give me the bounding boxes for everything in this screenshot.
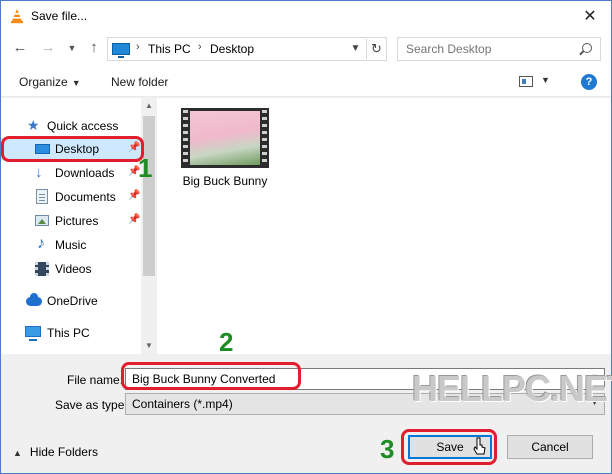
refresh-icon: ↻ xyxy=(371,41,382,56)
sidebar-item-label: Pictures xyxy=(55,214,99,228)
film-strip-icon xyxy=(262,110,267,166)
arrow-up-icon: ↑ xyxy=(90,39,98,56)
arrow-left-icon: ← xyxy=(12,39,28,56)
address-history-button[interactable]: ▼ xyxy=(346,40,364,58)
sidebar-item-quick-access[interactable]: ★ Quick access xyxy=(1,115,141,137)
chevron-down-icon[interactable]: ▼ xyxy=(541,75,550,85)
filename-label: File name: xyxy=(67,373,124,387)
navigation-bar: ← → ▼ ↑ › This PC › Desktop ▼ ↻ xyxy=(1,31,611,67)
sidebar-item-onedrive[interactable]: OneDrive xyxy=(1,290,141,312)
sidebar-item-videos[interactable]: Videos xyxy=(1,258,141,280)
organize-label: Organize xyxy=(19,75,68,89)
download-icon: ↓ xyxy=(35,164,43,181)
breadcrumb-separator-icon: › xyxy=(198,41,202,53)
search-box[interactable] xyxy=(397,37,601,61)
watermark-text: HELLPC.NET xyxy=(412,368,612,409)
window-title: Save file... xyxy=(31,9,88,23)
mouse-pointer-icon xyxy=(473,437,486,455)
annotation-step-3: 3 xyxy=(380,434,395,464)
help-icon[interactable]: ? xyxy=(581,74,597,90)
close-icon: ✕ xyxy=(583,8,597,25)
video-thumbnail xyxy=(181,108,269,168)
sidebar-item-label: Music xyxy=(55,238,87,252)
picture-icon xyxy=(35,215,49,226)
savetype-value: Containers (*.mp4) xyxy=(132,397,233,411)
hide-folders-button[interactable]: ▲ Hide Folders xyxy=(13,445,98,459)
file-name-label: Big Buck Bunny xyxy=(182,174,268,188)
scroll-up-icon[interactable]: ▲ xyxy=(141,98,157,114)
chevron-up-icon: ▲ xyxy=(13,448,22,458)
scrollbar-thumb[interactable] xyxy=(143,116,155,276)
breadcrumb-desktop[interactable]: Desktop xyxy=(210,42,254,56)
sidebar-scrollbar[interactable]: ▲ ▼ xyxy=(141,98,157,354)
forward-button[interactable]: → xyxy=(39,39,57,57)
command-bar: Organize ▼ New folder ▼ ? xyxy=(1,67,611,97)
chevron-down-icon: ▼ xyxy=(67,43,77,53)
vlc-cone-icon xyxy=(11,9,23,24)
new-folder-button[interactable]: New folder xyxy=(111,75,168,89)
search-icon xyxy=(582,43,592,53)
arrow-right-icon: → xyxy=(40,39,56,56)
title-bar: Save file... ✕ xyxy=(1,1,611,31)
chevron-down-icon: ▼ xyxy=(71,78,81,88)
star-icon: ★ xyxy=(27,117,40,133)
sidebar-item-documents[interactable]: Documents 📌 xyxy=(1,186,141,208)
search-input[interactable] xyxy=(404,41,574,57)
annotation-step-2: 2 xyxy=(219,327,234,357)
address-bar[interactable]: › This PC › Desktop ▼ ↻ xyxy=(107,37,387,61)
refresh-button[interactable]: ↻ xyxy=(366,39,386,59)
recent-locations-button[interactable]: ▼ xyxy=(63,39,81,57)
computer-icon xyxy=(112,43,130,58)
document-icon xyxy=(36,189,48,204)
sidebar-item-this-pc[interactable]: This PC xyxy=(1,322,141,344)
pin-icon: 📌 xyxy=(128,190,141,201)
sidebar-item-label: Quick access xyxy=(47,119,119,133)
sidebar-item-pictures[interactable]: Pictures 📌 xyxy=(1,210,141,232)
cloud-icon xyxy=(26,293,42,306)
video-icon xyxy=(35,262,49,276)
organize-menu[interactable]: Organize ▼ xyxy=(19,75,81,89)
sidebar-item-label: This PC xyxy=(47,326,90,340)
close-button[interactable]: ✕ xyxy=(577,3,603,29)
file-list: Big Buck Bunny xyxy=(157,98,611,354)
video-frame-image xyxy=(190,111,260,165)
sidebar-item-label: Downloads xyxy=(55,166,115,180)
annotation-step-1: 1 xyxy=(138,153,153,183)
back-button[interactable]: ← xyxy=(11,39,29,57)
pin-icon: 📌 xyxy=(128,214,141,225)
chevron-down-icon: ▼ xyxy=(350,43,361,54)
view-options-icon[interactable] xyxy=(519,76,533,87)
sidebar-item-label: Documents xyxy=(55,190,116,204)
file-item-big-buck-bunny[interactable]: Big Buck Bunny xyxy=(177,104,281,194)
hide-folders-label: Hide Folders xyxy=(29,445,98,459)
up-button[interactable]: ↑ xyxy=(85,39,103,57)
savetype-label: Save as type: xyxy=(55,398,128,412)
sidebar-item-downloads[interactable]: ↓ Downloads 📌 xyxy=(1,162,141,184)
breadcrumb-separator-icon: › xyxy=(136,41,140,53)
film-strip-icon xyxy=(183,110,188,166)
cancel-button[interactable]: Cancel xyxy=(507,435,593,459)
scroll-down-icon[interactable]: ▼ xyxy=(141,338,157,354)
sidebar-item-label: OneDrive xyxy=(47,294,98,308)
breadcrumb-this-pc[interactable]: This PC xyxy=(148,42,191,56)
computer-icon xyxy=(25,326,41,341)
sidebar-item-music[interactable]: ♪ Music xyxy=(1,234,141,256)
annotation-ring-filename xyxy=(121,362,301,390)
sidebar-item-label: Videos xyxy=(55,262,92,276)
annotation-ring-desktop xyxy=(1,136,144,162)
music-icon: ♪ xyxy=(37,235,45,252)
